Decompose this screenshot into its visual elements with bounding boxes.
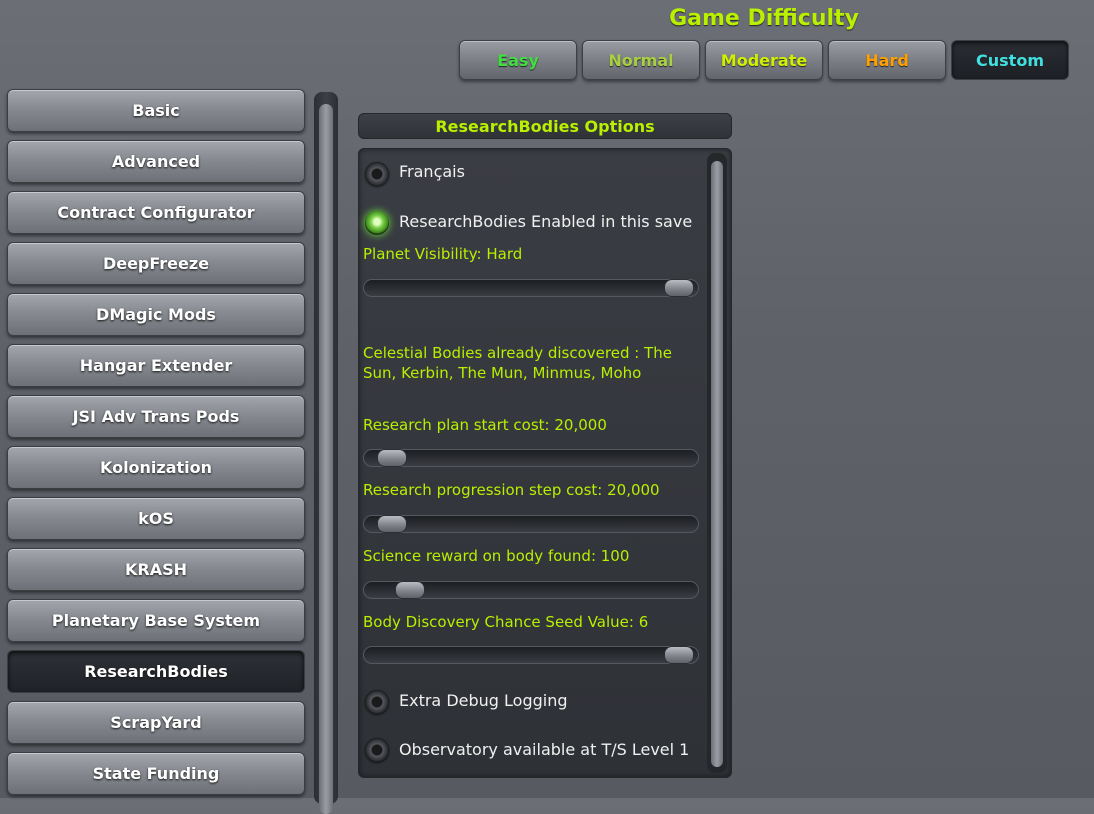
game-difficulty-title: Game Difficulty — [669, 6, 859, 31]
seed-value-slider[interactable] — [363, 646, 699, 664]
difficulty-custom-button[interactable]: Custom — [951, 40, 1069, 80]
planet-visibility-slider[interactable] — [363, 279, 699, 297]
debug-toggle[interactable] — [365, 690, 389, 714]
sidebar-item-researchbodies[interactable]: ResearchBodies — [7, 650, 305, 693]
sidebar-item-basic[interactable]: Basic — [7, 89, 305, 132]
observatory-toggle[interactable] — [365, 738, 389, 762]
planet-visibility-knob[interactable] — [664, 279, 694, 297]
panel-title: ResearchBodies Options — [358, 113, 732, 139]
sidebar-item-jsi-adv-trans-pods[interactable]: JSI Adv Trans Pods — [7, 395, 305, 438]
sidebar-item-state-funding[interactable]: State Funding — [7, 752, 305, 795]
mod-sidebar: Basic Advanced Contract Configurator Dee… — [4, 86, 340, 814]
sidebar-item-kos[interactable]: kOS — [7, 497, 305, 540]
sidebar-item-hangar-extender[interactable]: Hangar Extender — [7, 344, 305, 387]
enabled-label: ResearchBodies Enabled in this save — [399, 212, 693, 231]
seed-value-label: Body Discovery Chance Seed Value: 6 — [363, 613, 649, 631]
debug-label: Extra Debug Logging — [399, 691, 568, 710]
science-reward-label: Science reward on body found: 100 — [363, 547, 630, 565]
francais-label: Français — [399, 162, 465, 181]
step-cost-label: Research progression step cost: 20,000 — [363, 481, 660, 499]
enabled-toggle[interactable] — [365, 211, 389, 235]
sidebar-item-deepfreeze[interactable]: DeepFreeze — [7, 242, 305, 285]
sidebar-item-kolonization[interactable]: Kolonization — [7, 446, 305, 489]
difficulty-moderate-button[interactable]: Moderate — [705, 40, 823, 80]
panel-scrollbar[interactable] — [707, 153, 727, 773]
seed-value-knob[interactable] — [664, 646, 694, 664]
science-reward-slider[interactable] — [363, 581, 699, 599]
sidebar-scrollbar[interactable] — [314, 92, 338, 814]
sidebar-item-planetary-base-system[interactable]: Planetary Base System — [7, 599, 305, 642]
difficulty-hard-button[interactable]: Hard — [828, 40, 946, 80]
science-reward-knob[interactable] — [394, 581, 425, 599]
sidebar-item-scrapyard[interactable]: ScrapYard — [7, 701, 305, 744]
options-panel: Français ResearchBodies Enabled in this … — [358, 148, 732, 778]
sidebar-item-dmagic-mods[interactable]: DMagic Mods — [7, 293, 305, 336]
start-cost-knob[interactable] — [376, 449, 407, 467]
observatory-label: Observatory available at T/S Level 1 — [399, 740, 690, 759]
sidebar-item-advanced[interactable]: Advanced — [7, 140, 305, 183]
start-cost-label: Research plan start cost: 20,000 — [363, 416, 607, 434]
difficulty-normal-button[interactable]: Normal — [582, 40, 700, 80]
step-cost-knob[interactable] — [376, 515, 407, 533]
sidebar-scroll-thumb[interactable] — [319, 104, 333, 814]
planet-visibility-label: Planet Visibility: Hard — [363, 245, 523, 263]
francais-toggle[interactable] — [365, 162, 389, 186]
discovered-bodies-label: Celestial Bodies already discovered : Th… — [363, 344, 672, 382]
sidebar-item-contract-configurator[interactable]: Contract Configurator — [7, 191, 305, 234]
panel-scroll-thumb[interactable] — [711, 161, 723, 767]
start-cost-slider[interactable] — [363, 449, 699, 467]
sidebar-item-krash[interactable]: KRASH — [7, 548, 305, 591]
step-cost-slider[interactable] — [363, 515, 699, 533]
difficulty-easy-button[interactable]: Easy — [459, 40, 577, 80]
